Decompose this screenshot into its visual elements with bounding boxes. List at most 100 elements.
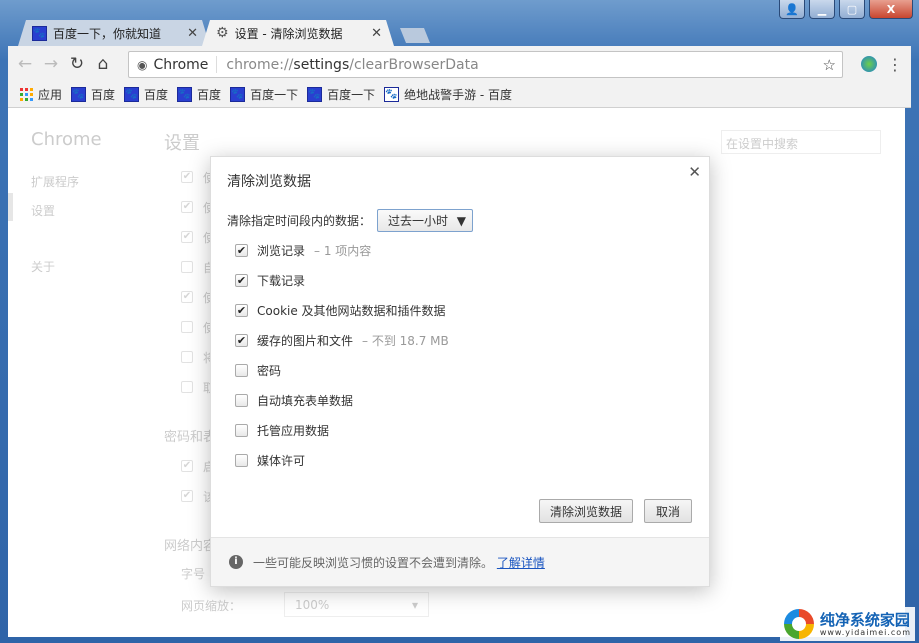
option-detail: – 1 项内容 — [314, 243, 372, 258]
bookmark-item[interactable]: 🐾 百度 — [71, 86, 115, 103]
security-chip[interactable]: ◉ Chrome — [129, 56, 218, 73]
time-range-row: 清除指定时间段内的数据： 过去一小时 ▼ — [227, 209, 474, 232]
bookmark-label: 应用 — [38, 88, 63, 102]
baidu-paw-icon: 🐾 — [384, 87, 400, 102]
watermark-name: 纯净系统家园 — [819, 610, 910, 629]
user-button[interactable]: 👤 — [779, 0, 805, 19]
address-bar[interactable]: ◉ Chrome chrome://settings/clearBrowserDa… — [128, 51, 843, 78]
option-checkbox[interactable]: ✔ — [235, 243, 248, 257]
tab-close-icon[interactable]: ✕ — [187, 26, 198, 41]
tab-settings[interactable]: ⚙ 设置 - 清除浏览数据 ✕ — [202, 20, 394, 46]
nav-about[interactable]: 关于 — [31, 258, 55, 275]
watermark-url: www.yidaimei.com — [819, 627, 911, 637]
option-row[interactable]: 密码 — [235, 362, 281, 378]
option-row[interactable]: ✔ 下载记录 — [235, 272, 305, 288]
minimize-button[interactable]: ▁ — [809, 0, 835, 19]
bg-checkbox[interactable]: ✔ — [181, 171, 193, 183]
option-checkbox[interactable]: ✔ — [235, 273, 248, 287]
option-checkbox[interactable] — [235, 393, 248, 407]
caret-down-icon: ▼ — [456, 213, 467, 228]
bookmark-label: 百度 — [197, 88, 222, 102]
gear-icon: ⚙ — [216, 25, 229, 41]
nav-settings[interactable]: 设置 — [31, 202, 55, 219]
bookmark-item[interactable]: 🐾 百度 — [124, 86, 168, 103]
watermark: 纯净系统家园 www.yidaimei.com — [779, 607, 915, 641]
bookmark-apps[interactable]: 应用 — [20, 86, 62, 103]
url-host: settings — [293, 56, 350, 73]
footer-note: 一些可能反映浏览习惯的设置不会遭到清除。 — [253, 555, 494, 570]
bookmarks-bar: 应用 🐾 百度 🐾 百度 🐾 百度 🐾 百度一下 🐾 百度一下 🐾 绝地战警手游 - 百度 — [8, 82, 911, 108]
page-zoom-select[interactable]: 100% ▾ — [284, 592, 429, 617]
baidu-paw-icon: 🐾 — [307, 87, 323, 102]
chrome-icon: ◉ — [137, 57, 148, 72]
option-label: 下载记录 — [257, 273, 306, 288]
option-label: 自动填充表单数据 — [257, 393, 354, 408]
option-row[interactable]: 媒体许可 — [235, 452, 305, 468]
settings-title: 设置 — [164, 133, 200, 154]
section-web-content: 网络内容 — [164, 539, 217, 554]
option-row[interactable]: ✔ 缓存的图片和文件 – 不到 18.7 MB — [235, 332, 449, 348]
nav-extensions[interactable]: 扩展程序 — [31, 173, 79, 190]
bookmark-item[interactable]: 🐾 绝地战警手游 - 百度 — [384, 86, 512, 103]
option-checkbox[interactable]: ✔ — [235, 303, 248, 317]
option-row[interactable]: 自动填充表单数据 — [235, 392, 353, 408]
clear-data-button[interactable]: 清除浏览数据 — [539, 499, 633, 523]
font-size-label: 字号 — [181, 567, 206, 581]
option-detail: – 不到 18.7 MB — [362, 333, 449, 348]
home-icon[interactable]: ⌂ — [90, 54, 116, 74]
bg-checkbox[interactable] — [181, 381, 193, 393]
option-row[interactable]: ✔ Cookie 及其他网站数据和插件数据 — [235, 302, 446, 318]
option-checkbox[interactable] — [235, 423, 248, 437]
window-close-button[interactable]: X — [869, 0, 913, 19]
bookmark-star-icon[interactable]: ☆ — [823, 56, 836, 74]
option-label: 浏览记录 — [257, 243, 306, 258]
url-text[interactable]: chrome://settings/clearBrowserData — [217, 57, 478, 73]
option-checkbox[interactable] — [235, 453, 248, 467]
maximize-button[interactable]: ▢ — [839, 0, 865, 19]
option-label: Cookie 及其他网站数据和插件数据 — [257, 303, 446, 318]
close-icon[interactable]: ✕ — [688, 163, 701, 181]
extension-icon[interactable] — [861, 56, 877, 72]
bookmark-item[interactable]: 🐾 百度 — [177, 86, 221, 103]
menu-icon[interactable]: ⋮ — [887, 55, 903, 74]
bookmark-item[interactable]: 🐾 百度一下 — [230, 86, 298, 103]
settings-search-input[interactable]: 在设置中搜索 — [721, 130, 881, 154]
option-checkbox[interactable]: ✔ — [235, 333, 248, 347]
cancel-button[interactable]: 取消 — [644, 499, 692, 523]
bg-checkbox[interactable]: ✔ — [181, 201, 193, 213]
dialog-title: 清除浏览数据 — [227, 174, 311, 190]
bg-checkbox[interactable] — [181, 351, 193, 363]
page-zoom-value: 100% — [295, 598, 330, 612]
baidu-paw-icon: 🐾 — [124, 87, 140, 102]
reload-icon[interactable]: ↻ — [64, 54, 90, 74]
dialog-footer: i 一些可能反映浏览习惯的设置不会遭到清除。 了解详情 — [211, 537, 709, 586]
info-icon: i — [229, 555, 243, 569]
tab-close-icon[interactable]: ✕ — [371, 26, 382, 41]
option-row[interactable]: ✔ 浏览记录 – 1 项内容 — [235, 242, 371, 258]
back-icon[interactable]: ← — [12, 54, 38, 74]
apps-grid-icon — [20, 88, 33, 101]
learn-more-link[interactable]: 了解详情 — [497, 556, 545, 570]
url-scheme: chrome:// — [226, 56, 294, 73]
bg-checkbox[interactable] — [181, 261, 193, 273]
bg-checkbox[interactable]: ✔ — [181, 291, 193, 303]
bookmark-item[interactable]: 🐾 百度一下 — [307, 86, 375, 103]
bookmark-label: 百度一下 — [250, 88, 299, 102]
settings-brand: Chrome — [31, 129, 102, 150]
option-checkbox[interactable] — [235, 363, 248, 377]
bookmark-label: 绝地战警手游 - 百度 — [404, 88, 513, 102]
nav-selected-indicator — [8, 193, 13, 221]
option-label: 密码 — [257, 363, 282, 378]
option-label: 缓存的图片和文件 — [257, 333, 354, 348]
option-row[interactable]: 托管应用数据 — [235, 422, 329, 438]
forward-icon[interactable]: → — [38, 54, 64, 74]
option-label: 媒体许可 — [257, 453, 306, 468]
new-tab-button[interactable] — [400, 28, 430, 43]
time-range-select[interactable]: 过去一小时 ▼ — [377, 209, 474, 232]
bg-checkbox[interactable]: ✔ — [181, 460, 193, 472]
bookmark-label: 百度一下 — [327, 88, 376, 102]
tab-baidu[interactable]: 🐾 百度一下，你就知道 ✕ — [18, 20, 210, 46]
bg-checkbox[interactable] — [181, 321, 193, 333]
bg-checkbox[interactable]: ✔ — [181, 490, 193, 502]
bg-checkbox[interactable]: ✔ — [181, 231, 193, 243]
